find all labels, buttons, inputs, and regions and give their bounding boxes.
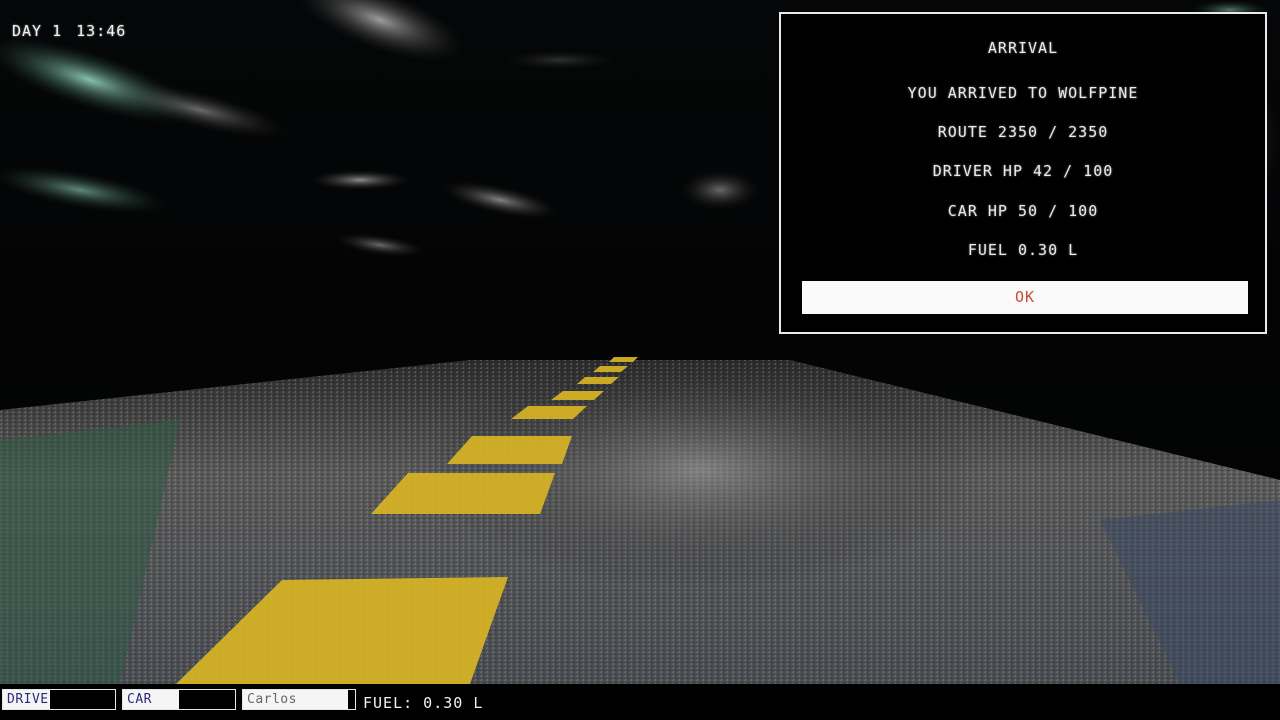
driver-health-bar: DRIVE	[2, 689, 116, 710]
fuel-amount: FUEL 0.30 L	[967, 241, 1079, 259]
bottom-hud: DRIVE CAR Carlos FUEL: 0.30 L	[0, 684, 1280, 720]
driver-hp: DRIVER HP 42 / 100	[932, 162, 1114, 180]
car-hp: CAR HP 50 / 100	[947, 202, 1099, 220]
fuel-readout: FUEL: 0.30 L	[363, 694, 484, 712]
car-health-label: CAR	[127, 692, 152, 707]
route-progress: ROUTE 2350 / 2350	[937, 123, 1109, 141]
day-time-display: DAY 1 13:46	[12, 22, 126, 40]
dialog-title: ARRIVAL	[987, 39, 1059, 57]
driver-name-field: Carlos	[242, 689, 356, 710]
driver-name-value: Carlos	[247, 692, 297, 707]
ok-button[interactable]: OK	[802, 281, 1248, 314]
arrival-dialog: ARRIVAL YOU ARRIVED TO WOLFPINE ROUTE 23…	[779, 12, 1267, 334]
driver-health-label: DRIVE	[7, 692, 49, 707]
arrival-message: YOU ARRIVED TO WOLFPINE	[907, 84, 1139, 102]
car-health-bar: CAR	[122, 689, 236, 710]
day-label: DAY 1	[12, 22, 63, 40]
time-label: 13:46	[76, 22, 127, 40]
